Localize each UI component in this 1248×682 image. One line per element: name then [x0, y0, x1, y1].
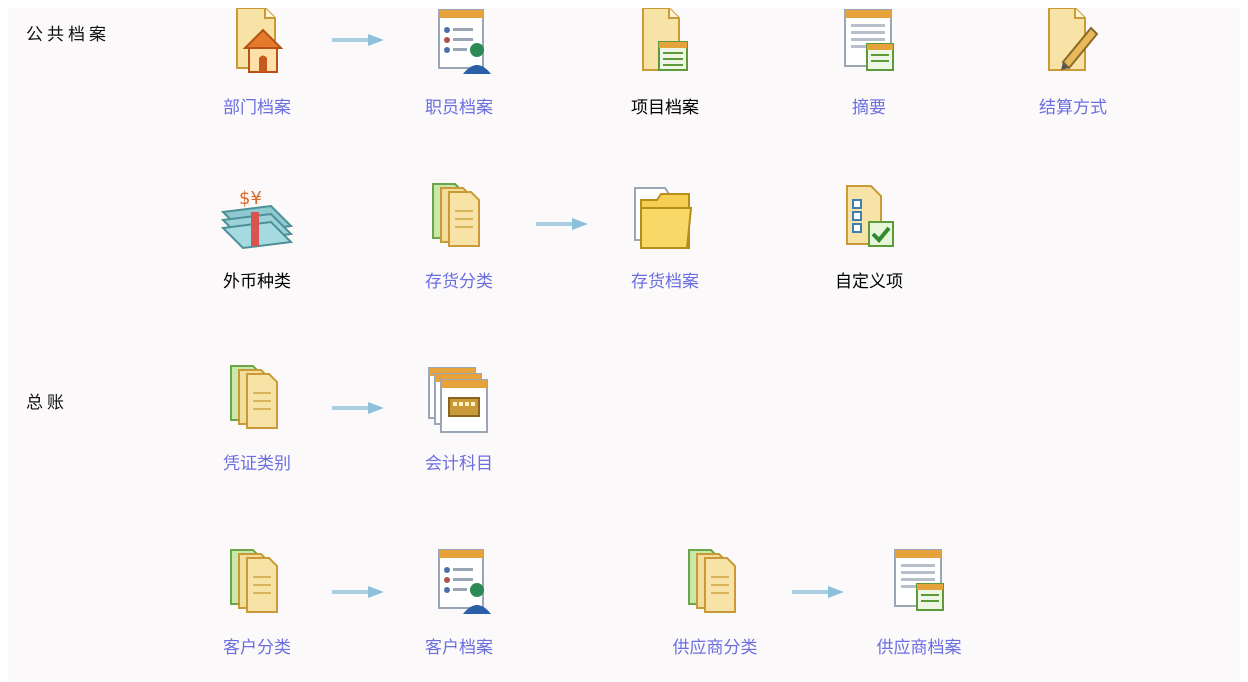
- department-house-icon: [236, 8, 284, 73]
- customer-class-label: 客户分类: [223, 638, 291, 658]
- custom-item-label: 自定义项: [835, 272, 903, 292]
- summary-document-icon: [844, 9, 894, 71]
- voucher-type-documents-icon: [230, 365, 278, 429]
- staff-person-icon: [438, 9, 491, 74]
- currency-money-icon: $¥: [220, 188, 294, 250]
- supplier-document-icon: [894, 549, 944, 611]
- inventory-class-label: 存货分类: [425, 272, 493, 292]
- flow-arrow-icon: [792, 586, 844, 598]
- flow-arrow-icon: [332, 586, 384, 598]
- customer-label: 客户档案: [425, 638, 493, 658]
- inventory-item[interactable]: 存货档案: [600, 182, 730, 292]
- summary-label: 摘要: [852, 98, 886, 118]
- customer-class-documents-icon: [230, 549, 278, 613]
- voucher-type-item[interactable]: 凭证类别: [192, 364, 322, 474]
- project-label: 项目档案: [631, 98, 699, 118]
- supplier-class-item[interactable]: 供应商分类: [650, 548, 780, 658]
- customer-class-item[interactable]: 客户分类: [192, 548, 322, 658]
- flow-arrow-icon: [332, 402, 384, 414]
- supplier-item[interactable]: 供应商档案: [854, 548, 984, 658]
- summary-item[interactable]: 摘要: [804, 8, 934, 118]
- inventory-folder-icon: [634, 187, 693, 249]
- supplier-class-label: 供应商分类: [672, 638, 758, 658]
- currency-item[interactable]: $¥ 外币种类: [192, 182, 322, 292]
- account-ledger-icon: [428, 367, 488, 433]
- staff-label: 职员档案: [425, 98, 493, 118]
- project-item[interactable]: 项目档案: [600, 8, 730, 118]
- flow-arrow-icon: [536, 218, 588, 230]
- project-document-icon: [642, 8, 688, 71]
- settlement-item[interactable]: 结算方式: [1008, 8, 1138, 118]
- inventory-class-item[interactable]: 存货分类: [394, 182, 524, 292]
- staff-item[interactable]: 职员档案: [394, 8, 524, 118]
- account-label: 会计科目: [425, 454, 493, 474]
- supplier-label: 供应商档案: [876, 638, 962, 658]
- customer-person-icon: [438, 549, 491, 614]
- settlement-pencil-icon: [1048, 8, 1099, 71]
- content-panel: 公共档案 总账 部门档案 职员档案 项目档案 摘要 结算方式 $¥ 外币种类 存…: [8, 8, 1240, 682]
- section-title-general-ledger: 总账: [26, 393, 68, 413]
- inventory-label: 存货档案: [631, 272, 699, 292]
- department-label: 部门档案: [223, 98, 291, 118]
- svg-text:$¥: $¥: [239, 188, 262, 209]
- account-item[interactable]: 会计科目: [394, 364, 524, 474]
- settlement-label: 结算方式: [1039, 98, 1107, 118]
- flow-arrow-icon: [332, 34, 384, 46]
- section-title-public-archives: 公共档案: [26, 25, 110, 45]
- currency-label: 外币种类: [223, 272, 291, 292]
- supplier-class-documents-icon: [688, 549, 736, 613]
- inventory-class-documents-icon: [432, 183, 480, 247]
- customer-item[interactable]: 客户档案: [394, 548, 524, 658]
- department-item[interactable]: 部门档案: [192, 8, 322, 118]
- custom-item[interactable]: 自定义项: [804, 182, 934, 292]
- custom-checklist-icon: [846, 185, 894, 247]
- voucher-type-label: 凭证类别: [223, 454, 291, 474]
